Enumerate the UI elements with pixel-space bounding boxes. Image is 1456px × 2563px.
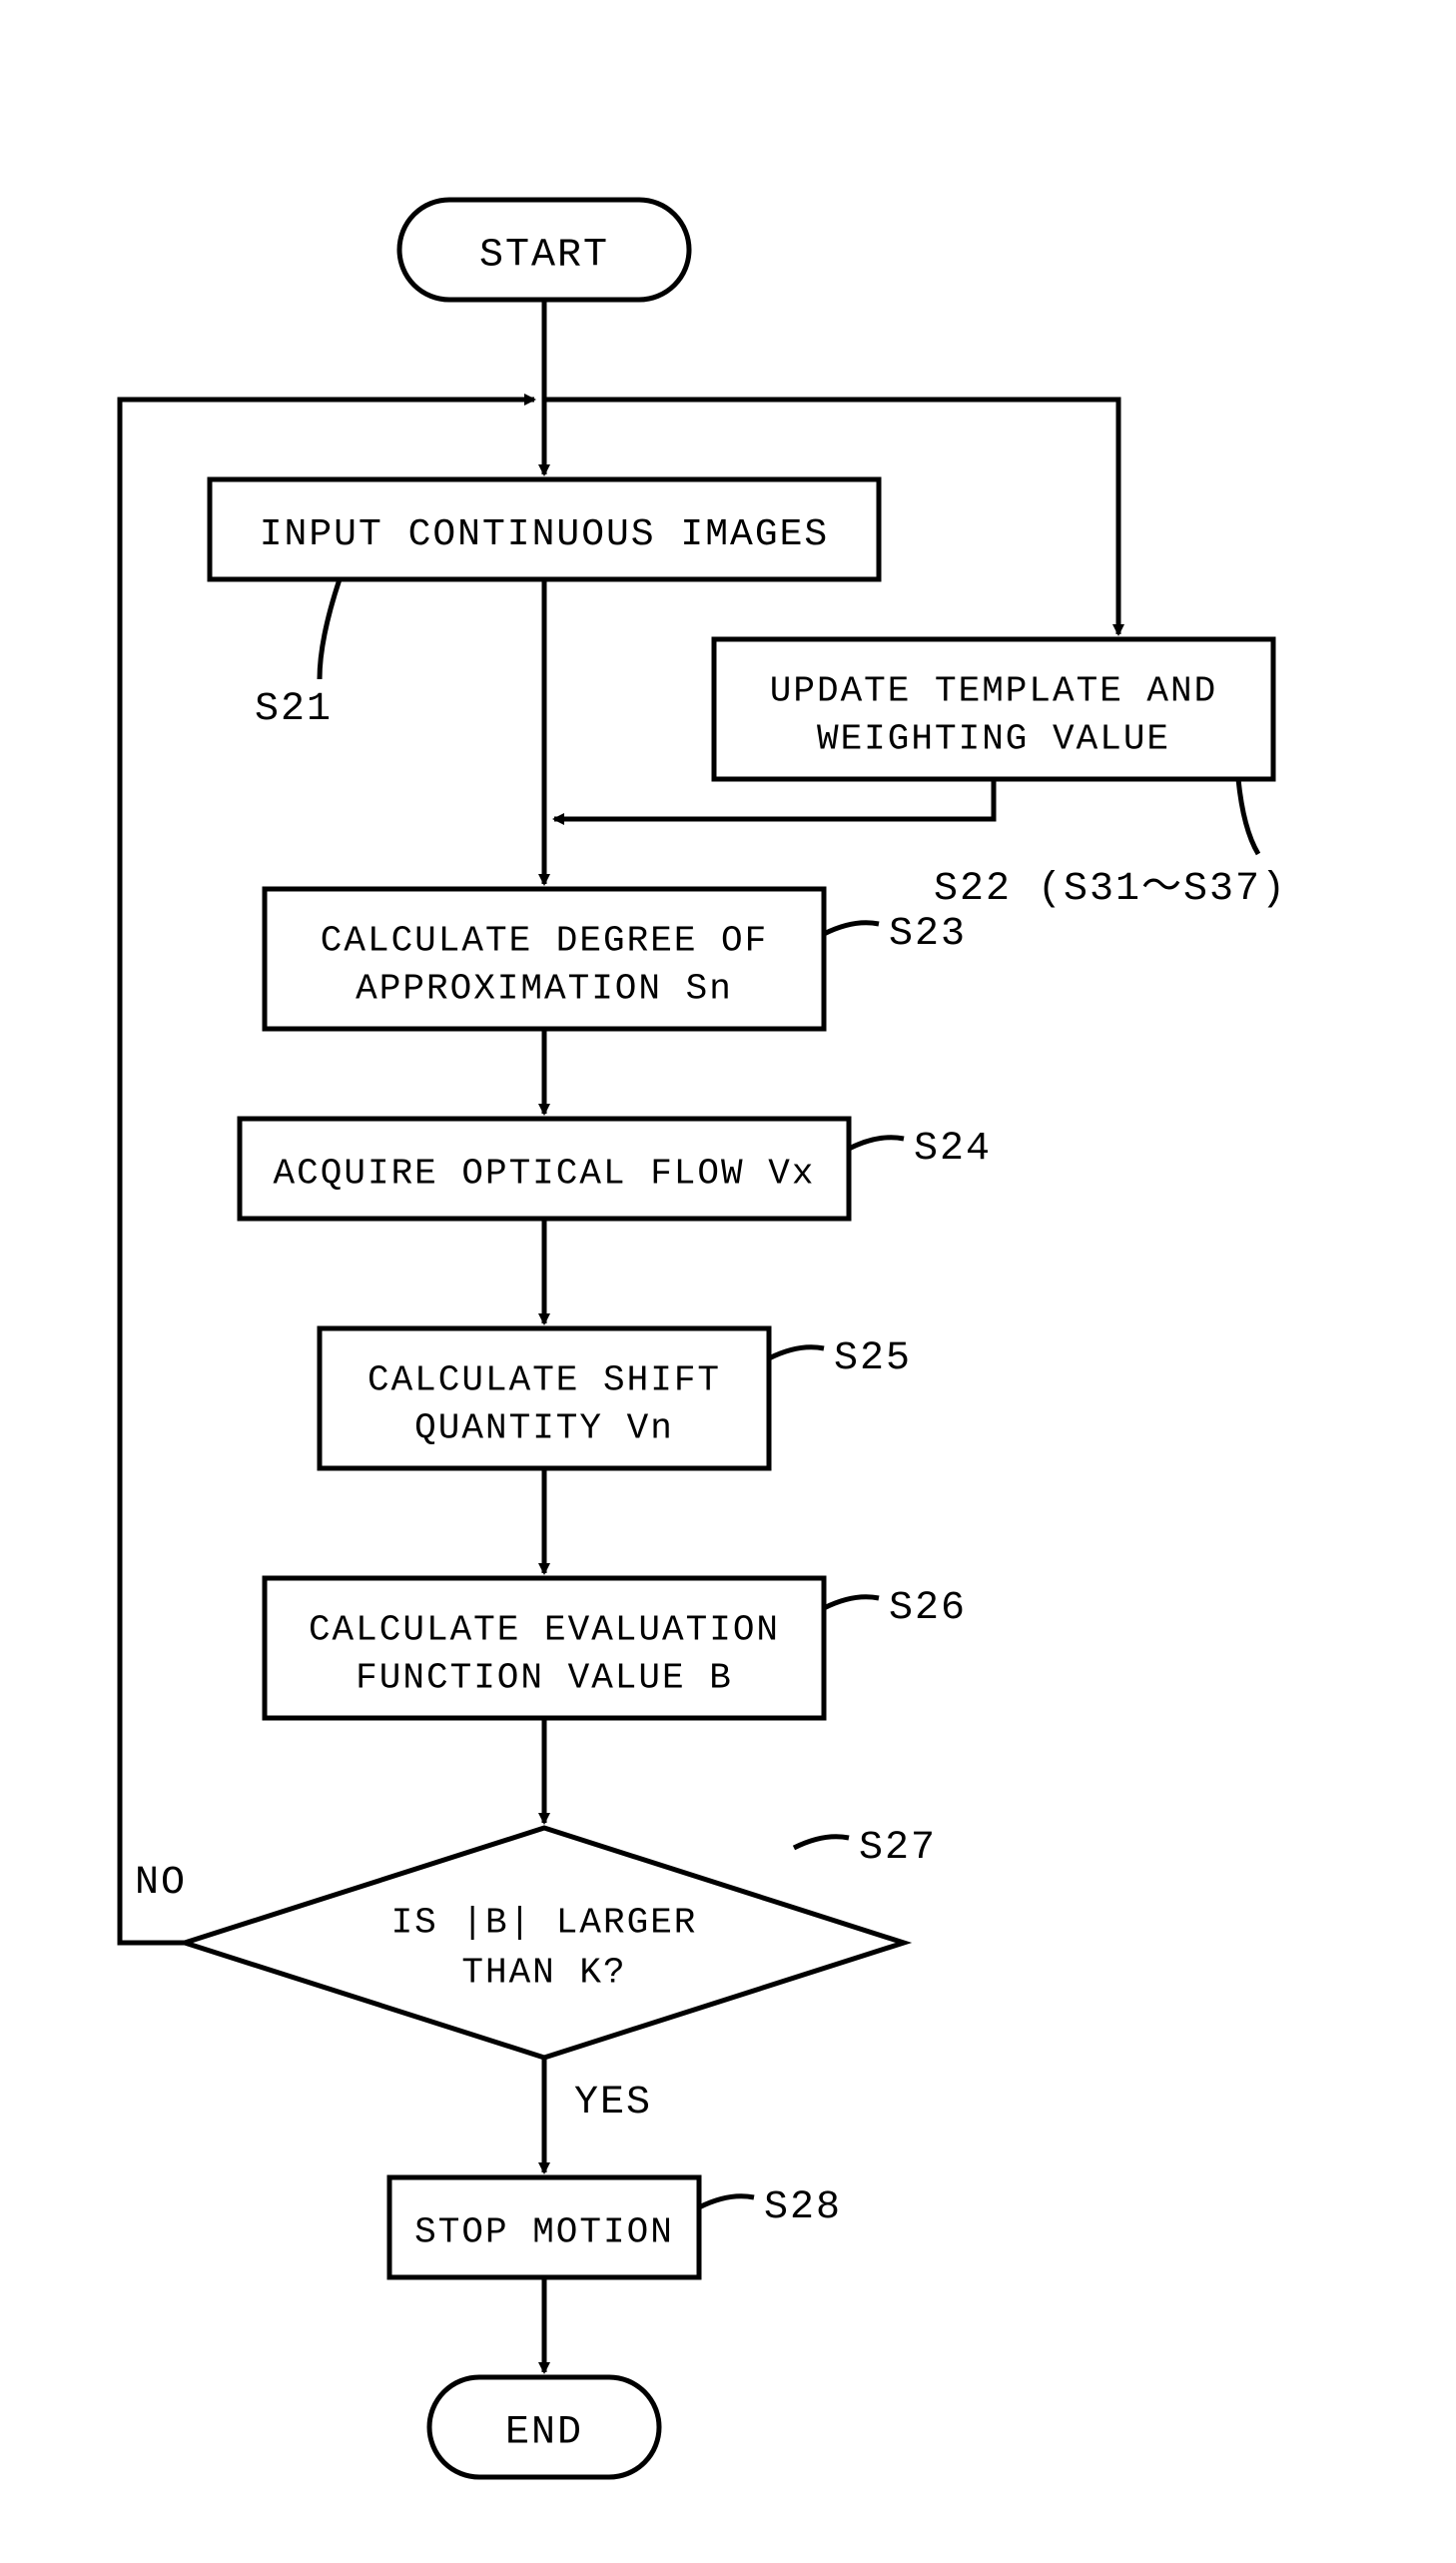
decision-node: IS |B| LARGER THAN K?	[185, 1828, 904, 2058]
decision-label: S27	[859, 1826, 937, 1871]
no-label: NO	[135, 1861, 187, 1906]
calc-degree-line2: APPROXIMATION Sn	[356, 969, 733, 1010]
yes-label: YES	[574, 2081, 652, 2126]
update-line1: UPDATE TEMPLATE AND	[770, 671, 1217, 712]
calc-shift-line1: CALCULATE SHIFT	[367, 1360, 721, 1401]
end-text: END	[505, 2411, 583, 2456]
update-label: S22 (S31～S37)	[934, 867, 1287, 912]
calc-eval-label: S26	[889, 1586, 967, 1631]
stop-node: STOP MOTION	[389, 2177, 699, 2277]
end-node: END	[429, 2377, 659, 2477]
calc-eval-line1: CALCULATE EVALUATION	[309, 1610, 780, 1651]
stop-label: S28	[764, 2185, 842, 2230]
input-node: INPUT CONTINUOUS IMAGES	[210, 479, 879, 579]
calc-eval-line2: FUNCTION VALUE B	[356, 1658, 733, 1699]
update-node: UPDATE TEMPLATE AND WEIGHTING VALUE	[714, 639, 1273, 779]
decision-line2: THAN K?	[461, 1953, 626, 1994]
calc-shift-node: CALCULATE SHIFT QUANTITY Vn	[320, 1328, 769, 1468]
calc-degree-node: CALCULATE DEGREE OF APPROXIMATION Sn	[265, 889, 824, 1029]
start-node: START	[399, 200, 689, 300]
stop-text: STOP MOTION	[414, 2212, 674, 2253]
calc-eval-node: CALCULATE EVALUATION FUNCTION VALUE B	[265, 1578, 824, 1718]
calc-degree-label: S23	[889, 912, 967, 957]
update-line2: WEIGHTING VALUE	[817, 719, 1170, 760]
acquire-text: ACQUIRE OPTICAL FLOW Vx	[274, 1154, 816, 1195]
decision-line1: IS |B| LARGER	[391, 1903, 698, 1944]
calc-degree-line1: CALCULATE DEGREE OF	[321, 921, 768, 962]
acquire-label: S24	[914, 1127, 992, 1172]
calc-shift-label: S25	[834, 1336, 912, 1381]
calc-shift-line2: QUANTITY Vn	[414, 1408, 674, 1449]
input-label: S21	[255, 687, 333, 732]
acquire-node: ACQUIRE OPTICAL FLOW Vx	[240, 1119, 849, 1219]
input-text: INPUT CONTINUOUS IMAGES	[260, 513, 830, 556]
start-text: START	[479, 234, 609, 279]
flowchart: START INPUT CONTINUOUS IMAGES S21 UPDATE…	[0, 0, 1456, 2563]
